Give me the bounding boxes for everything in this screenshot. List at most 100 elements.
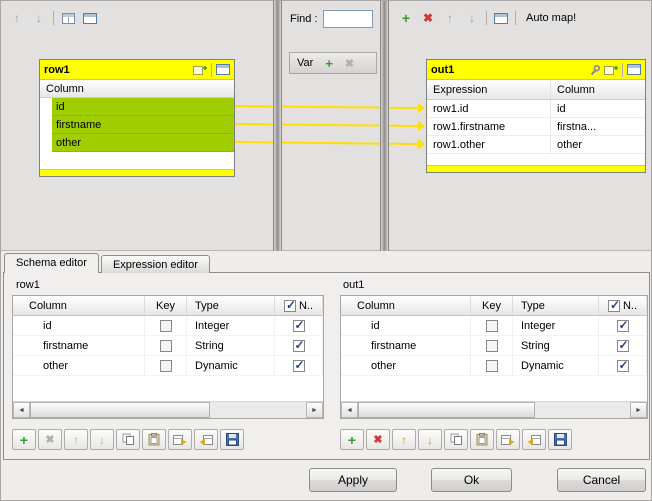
- row-up-button[interactable]: ↑: [64, 429, 88, 450]
- table-row[interactable]: firstname String: [341, 336, 647, 356]
- scroll-right-button[interactable]: ►: [306, 402, 323, 418]
- out1-expression-cell[interactable]: row1.firstname: [427, 118, 551, 135]
- row1-row-other[interactable]: other: [40, 134, 234, 152]
- nullable-checkbox[interactable]: [617, 340, 629, 352]
- export-schema-button[interactable]: [496, 429, 520, 450]
- column-cell[interactable]: firstname: [13, 336, 145, 355]
- mapping-link-id[interactable]: [235, 103, 425, 113]
- key-checkbox[interactable]: [160, 360, 172, 372]
- tab-schema-editor[interactable]: Schema editor: [4, 253, 99, 273]
- scrollbar-thumb[interactable]: [30, 402, 210, 418]
- out1-row-firstname[interactable]: row1.firstname firstna...: [427, 118, 645, 136]
- nullable-all-checkbox[interactable]: [608, 300, 620, 312]
- row1-cell-other[interactable]: other: [52, 134, 234, 152]
- scroll-left-button[interactable]: ◄: [341, 402, 358, 418]
- column-cell[interactable]: id: [13, 316, 145, 335]
- row-down-button[interactable]: ↓: [90, 429, 114, 450]
- out1-column-cell[interactable]: other: [551, 136, 645, 153]
- ok-button[interactable]: Ok: [431, 468, 512, 492]
- paste-button[interactable]: [470, 429, 494, 450]
- add-column-icon[interactable]: [193, 64, 207, 76]
- row1-cell-firstname[interactable]: firstname: [52, 116, 234, 134]
- key-header[interactable]: Key: [471, 296, 513, 316]
- right-splitter[interactable]: [380, 1, 389, 251]
- type-cell[interactable]: String: [513, 336, 599, 355]
- out1-column-cell[interactable]: id: [551, 100, 645, 117]
- type-cell[interactable]: Dynamic: [513, 356, 599, 375]
- row1-title-bar[interactable]: row1: [40, 60, 234, 80]
- scrollbar-thumb[interactable]: [358, 402, 535, 418]
- horizontal-scrollbar[interactable]: ◄ ►: [13, 401, 323, 418]
- row1-row-id[interactable]: id: [40, 98, 234, 116]
- export-schema-button[interactable]: [168, 429, 192, 450]
- column-cell[interactable]: other: [341, 356, 471, 375]
- key-checkbox[interactable]: [486, 340, 498, 352]
- column-cell[interactable]: id: [341, 316, 471, 335]
- column-cell[interactable]: other: [13, 356, 145, 375]
- out1-title-bar[interactable]: out1: [427, 60, 645, 80]
- table-row[interactable]: id Integer: [341, 316, 647, 336]
- save-schema-button[interactable]: [548, 429, 572, 450]
- out1-expression-cell[interactable]: row1.other: [427, 136, 551, 153]
- save-schema-button[interactable]: [220, 429, 244, 450]
- row1-row-firstname[interactable]: firstname: [40, 116, 234, 134]
- out1-row-other[interactable]: row1.other other: [427, 136, 645, 154]
- output-up-button[interactable]: ↑: [442, 10, 458, 26]
- table-row[interactable]: other Dynamic: [13, 356, 323, 376]
- horizontal-scrollbar[interactable]: ◄ ►: [341, 401, 647, 418]
- nullable-checkbox[interactable]: [293, 320, 305, 332]
- type-cell[interactable]: Dynamic: [187, 356, 275, 375]
- add-column-icon[interactable]: [604, 64, 618, 76]
- left-splitter[interactable]: [273, 1, 282, 251]
- key-checkbox[interactable]: [160, 320, 172, 332]
- scroll-left-button[interactable]: ◄: [13, 402, 30, 418]
- row-up-button[interactable]: ↑: [392, 429, 416, 450]
- window-icon[interactable]: [627, 64, 641, 75]
- out1-expression-cell[interactable]: row1.id: [427, 100, 551, 117]
- paste-button[interactable]: [142, 429, 166, 450]
- auto-map-button[interactable]: Auto map!: [522, 10, 580, 26]
- output-down-button[interactable]: ↓: [464, 10, 480, 26]
- row1-cell-id[interactable]: id: [52, 98, 234, 116]
- table-row[interactable]: id Integer: [13, 316, 323, 336]
- nullable-checkbox[interactable]: [293, 340, 305, 352]
- mapping-link-other[interactable]: [235, 139, 425, 149]
- scroll-right-button[interactable]: ►: [630, 402, 647, 418]
- nullable-header[interactable]: N..: [599, 296, 647, 316]
- out1-column-cell[interactable]: firstna...: [551, 118, 645, 135]
- minimize-tables-button[interactable]: [82, 10, 98, 26]
- nullable-header[interactable]: N..: [275, 296, 323, 316]
- add-row-button[interactable]: +: [12, 429, 36, 450]
- import-schema-button[interactable]: [194, 429, 218, 450]
- remove-row-button[interactable]: ✖: [366, 429, 390, 450]
- out1-row-id[interactable]: row1.id id: [427, 100, 645, 118]
- minimize-output-button[interactable]: [493, 10, 509, 26]
- scrollbar-track[interactable]: [210, 402, 306, 418]
- row-down-button[interactable]: ↓: [418, 429, 442, 450]
- move-up-button[interactable]: ↑: [9, 10, 25, 26]
- key-checkbox[interactable]: [486, 360, 498, 372]
- nullable-all-checkbox[interactable]: [284, 300, 296, 312]
- type-cell[interactable]: Integer: [187, 316, 275, 335]
- type-cell[interactable]: Integer: [513, 316, 599, 335]
- column-cell[interactable]: firstname: [341, 336, 471, 355]
- nullable-checkbox[interactable]: [617, 320, 629, 332]
- mapping-link-firstname[interactable]: [235, 121, 425, 131]
- table-row[interactable]: firstname String: [13, 336, 323, 356]
- key-checkbox[interactable]: [160, 340, 172, 352]
- find-input[interactable]: [323, 10, 373, 28]
- copy-button[interactable]: [116, 429, 140, 450]
- remove-row-button[interactable]: ✖: [38, 429, 62, 450]
- add-row-button[interactable]: +: [340, 429, 364, 450]
- nullable-checkbox[interactable]: [293, 360, 305, 372]
- remove-var-button[interactable]: ✖: [345, 57, 354, 70]
- key-header[interactable]: Key: [145, 296, 187, 316]
- add-var-button[interactable]: +: [325, 56, 333, 71]
- table-row[interactable]: other Dynamic: [341, 356, 647, 376]
- type-header[interactable]: Type: [187, 296, 275, 316]
- window-icon[interactable]: [216, 64, 230, 75]
- move-down-button[interactable]: ↓: [31, 10, 47, 26]
- add-output-button[interactable]: +: [398, 10, 414, 26]
- import-schema-button[interactable]: [522, 429, 546, 450]
- type-cell[interactable]: String: [187, 336, 275, 355]
